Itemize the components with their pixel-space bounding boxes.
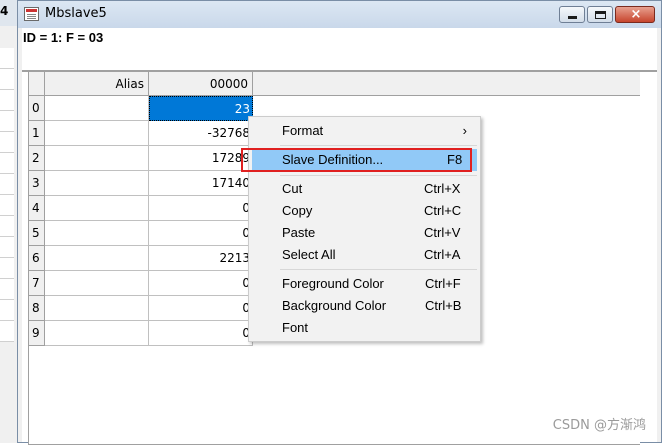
value-cell[interactable]: 23 <box>149 96 253 121</box>
close-icon: × <box>630 7 642 22</box>
row-header[interactable]: 6 <box>29 246 45 271</box>
background-row <box>0 174 14 195</box>
menu-separator <box>280 269 477 270</box>
table-row[interactable]: 40 <box>29 196 253 221</box>
background-row <box>0 258 14 279</box>
menu-item-shortcut: Ctrl+A <box>424 247 461 262</box>
menu-item-shortcut: Ctrl+C <box>424 203 462 218</box>
minimize-button[interactable] <box>559 6 585 23</box>
menu-item-background-color[interactable]: Background Color Ctrl+B <box>252 295 477 317</box>
alias-cell[interactable] <box>45 171 149 196</box>
maximize-icon <box>595 11 606 19</box>
title-bar[interactable]: Mbslave5 × <box>18 1 661 28</box>
table-row[interactable]: 70 <box>29 271 253 296</box>
menu-item-label: Paste <box>282 225 316 240</box>
table-row[interactable]: 90 <box>29 321 253 346</box>
menu-item-copy[interactable]: Copy Ctrl+C <box>252 200 477 222</box>
background-row <box>0 195 14 216</box>
header-fill <box>253 72 640 96</box>
value-cell[interactable]: 0 <box>149 271 253 296</box>
alias-cell[interactable] <box>45 246 149 271</box>
alias-cell[interactable] <box>45 321 149 346</box>
value-cell[interactable]: 0 <box>149 296 253 321</box>
row-header[interactable]: 7 <box>29 271 45 296</box>
value-cell[interactable]: 2213 <box>149 246 253 271</box>
background-row <box>0 300 14 321</box>
menu-item-label: Font <box>282 320 309 335</box>
menu-item-label: Select All <box>282 247 336 262</box>
watermark: CSDN @方渐鸿 <box>552 418 646 433</box>
menu-item-label: Background Color <box>282 298 387 313</box>
background-row <box>0 153 14 174</box>
annotation-highlight-box <box>241 148 472 172</box>
menu-separator <box>280 145 477 146</box>
background-row <box>0 237 14 258</box>
table-row[interactable]: 6 2213 <box>29 246 253 271</box>
maximize-button[interactable] <box>587 6 613 23</box>
status-line: ID = 1: F = 03 <box>23 30 104 45</box>
window-controls: × <box>559 6 655 23</box>
background-window-title-text: 4 <box>0 4 9 18</box>
menu-item-paste[interactable]: Paste Ctrl+V <box>252 222 477 244</box>
row-header[interactable]: 5 <box>29 221 45 246</box>
menu-separator <box>280 175 477 176</box>
row-header[interactable]: 0 <box>29 96 45 121</box>
menu-item-foreground-color[interactable]: Foreground Color Ctrl+F <box>252 273 477 295</box>
row-header[interactable]: 4 <box>29 196 45 221</box>
value-cell[interactable]: 0 <box>149 221 253 246</box>
alias-cell[interactable] <box>45 296 149 321</box>
column-header-address[interactable]: 00000 <box>149 72 253 96</box>
alias-cell[interactable] <box>45 196 149 221</box>
value-cell[interactable]: -32768 <box>149 121 253 146</box>
background-row <box>0 111 14 132</box>
background-row <box>0 132 14 153</box>
alias-cell[interactable] <box>45 121 149 146</box>
menu-item-cut[interactable]: Cut Ctrl+X <box>252 178 477 200</box>
menu-item-format[interactable]: Format › <box>252 120 477 142</box>
table-row[interactable]: 50 <box>29 221 253 246</box>
background-row <box>0 48 14 69</box>
row-header[interactable]: 8 <box>29 296 45 321</box>
minimize-icon <box>568 16 577 19</box>
value-cell[interactable]: 17140 <box>149 171 253 196</box>
row-header[interactable]: 9 <box>29 321 45 346</box>
value-cell[interactable]: 0 <box>149 196 253 221</box>
menu-item-font[interactable]: Font <box>252 317 477 339</box>
window-title: Mbslave5 <box>45 6 107 21</box>
close-button[interactable]: × <box>615 6 655 23</box>
table-row[interactable]: 0 23 <box>29 96 253 121</box>
table-row[interactable]: 3 17140 <box>29 171 253 196</box>
alias-cell[interactable] <box>45 271 149 296</box>
menu-item-label: Format <box>282 123 324 138</box>
background-row <box>0 279 14 300</box>
table-row[interactable]: 2 17289 <box>29 146 253 171</box>
menu-item-select-all[interactable]: Select All Ctrl+A <box>252 244 477 266</box>
background-row <box>0 90 14 111</box>
row-header[interactable]: 1 <box>29 121 45 146</box>
alias-cell[interactable] <box>45 146 149 171</box>
app-icon[interactable] <box>24 7 39 21</box>
background-row <box>0 216 14 237</box>
alias-cell[interactable] <box>45 96 149 121</box>
menu-item-shortcut: Ctrl+V <box>424 225 461 240</box>
background-row <box>0 321 14 342</box>
value-cell[interactable]: 17289 <box>149 146 253 171</box>
menu-item-label: Copy <box>282 203 313 218</box>
alias-cell[interactable] <box>45 221 149 246</box>
menu-item-label: Cut <box>282 181 303 196</box>
column-header-alias[interactable]: Alias <box>45 72 149 96</box>
grid-corner[interactable] <box>29 72 45 96</box>
menu-item-shortcut: Ctrl+B <box>425 298 462 313</box>
chevron-right-icon: › <box>462 123 467 138</box>
table-row[interactable]: 1 -32768 <box>29 121 253 146</box>
menu-item-label: Foreground Color <box>282 276 384 291</box>
value-cell[interactable]: 0 <box>149 321 253 346</box>
menu-item-shortcut: Ctrl+X <box>424 181 461 196</box>
row-header[interactable]: 3 <box>29 171 45 196</box>
menu-item-shortcut: Ctrl+F <box>425 276 461 291</box>
row-header[interactable]: 2 <box>29 146 45 171</box>
table-row[interactable]: 80 <box>29 296 253 321</box>
background-row <box>0 69 14 90</box>
